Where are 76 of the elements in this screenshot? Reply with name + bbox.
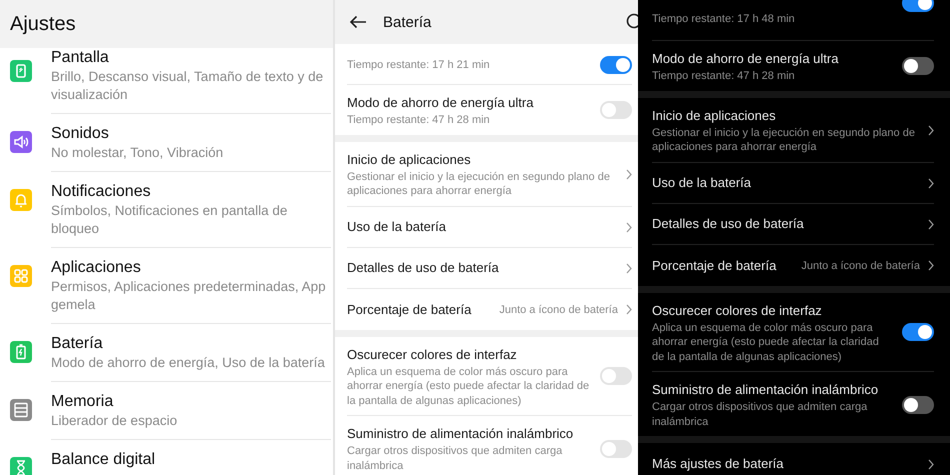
- back-arrow-icon[interactable]: [349, 15, 367, 29]
- toggle-switch[interactable]: [600, 56, 632, 74]
- settings-item[interactable]: Memoria Liberador de espacio: [0, 382, 333, 440]
- row-title: Suministro de alimentación inalámbrico: [652, 381, 880, 399]
- settings-row[interactable]: Uso de la batería: [347, 206, 632, 248]
- toggle-switch[interactable]: [902, 57, 934, 76]
- chevron-icon: [928, 260, 934, 271]
- row-description: Tiempo restante: 17 h 21 min: [347, 58, 491, 72]
- row-description: Gestionar el inicio y la ejecución en segundo plano de aplicaciones para ahorrar energía: [347, 170, 611, 198]
- settings-row[interactable]: Detalles de uso de batería: [652, 204, 934, 244]
- chevron-icon: [626, 168, 632, 180]
- settings-row[interactable]: Porcentaje de batería Junto a ícono de batería: [347, 288, 632, 330]
- row-description: Tiempo restante: 47 h 28 min: [652, 69, 796, 84]
- item-title: Sonidos: [51, 124, 110, 144]
- settings-item[interactable]: Aplicaciones Permisos, Aplicaciones predeterminadas, App gemela: [0, 248, 333, 324]
- item-description: Liberador de espacio: [51, 412, 178, 430]
- item-description: Modo de ahorro de energía, Uso de la batería: [51, 354, 326, 372]
- item-description: Permisos, Aplicaciones predeterminadas, App gemela: [51, 278, 327, 314]
- settings-row[interactable]: Inicio de aplicaciones Gestionar el inicio y la ejecución en segundo plano de aplicaciones para ahorrar energía: [347, 142, 632, 206]
- row-title: Porcentaje de batería: [652, 256, 778, 275]
- row-title: Oscurecer colores de interfaz: [652, 302, 823, 320]
- row-title: Modo de ahorro de energía ultra: [652, 50, 840, 68]
- row-title: Uso de la batería: [347, 218, 448, 236]
- row-description: Cargar otros dispositivos que admiten carga inalámbrica: [347, 444, 564, 473]
- row-title: Más ajustes de batería: [652, 455, 785, 473]
- settings-row[interactable]: Inicio de aplicaciones Gestionar el inicio y la ejecución en segundo plano de aplicaciones para ahorrar energía: [652, 98, 934, 162]
- row-description: Cargar otros dispositivos que admiten carga inalámbrica: [652, 400, 868, 429]
- row-title: Detalles de uso de batería: [652, 215, 805, 233]
- row-description: Tiempo restante: 17 h 48 min: [652, 12, 796, 27]
- settings-item[interactable]: Pantalla Brillo, Descanso visual, Tamaño de texto y de visualización: [0, 48, 333, 114]
- item-title: Pantalla: [51, 48, 110, 68]
- item-title: Batería: [51, 334, 104, 354]
- item-description: Símbolos, Notificaciones en pantalla de bloqueo: [51, 202, 288, 238]
- row-description: Tiempo restante: 47 h 28 min: [347, 113, 491, 128]
- row-title: Inicio de aplicaciones: [652, 106, 777, 125]
- toggle-switch[interactable]: [600, 367, 632, 386]
- chevron-icon: [928, 178, 934, 188]
- row-title: Suministro de alimentación inalámbrico: [347, 425, 574, 443]
- settings-item[interactable]: Notificaciones Símbolos, Notificaciones en pantalla de bloqueo: [0, 172, 333, 248]
- item-title: Notificaciones: [51, 182, 152, 202]
- row-value: Junto a ícono de batería: [801, 260, 920, 272]
- search-icon[interactable]: [626, 13, 638, 31]
- row-title: Porcentaje de batería: [347, 300, 472, 319]
- row-title: Inicio de aplicaciones: [347, 150, 472, 169]
- settings-row[interactable]: Detalles de uso de batería: [347, 248, 632, 288]
- item-title: Aplicaciones: [51, 258, 142, 278]
- toggle-switch[interactable]: [902, 323, 934, 342]
- page-title: Ajustes: [10, 12, 77, 36]
- row-value: Junto a ícono de batería: [499, 304, 618, 316]
- chevron-icon: [626, 304, 632, 315]
- toggle-switch[interactable]: [600, 440, 632, 458]
- chevron-icon: [928, 218, 934, 230]
- settings-item[interactable]: Sonidos No molestar, Tono, Vibración: [0, 114, 333, 172]
- item-description: Brillo, Descanso visual, Tamaño de texto y de visualización: [51, 68, 324, 104]
- page-title: Batería: [383, 14, 432, 30]
- chevron-icon: [626, 222, 632, 232]
- item-title: Memoria: [51, 392, 114, 412]
- chevron-icon: [928, 124, 934, 136]
- toggle-switch[interactable]: [600, 101, 632, 120]
- row-title: Uso de la batería: [652, 174, 752, 192]
- row-description: Aplica un esquema de color más oscuro para ahorrar energía (esto puede afectar la claridad de la pantalla de algunas aplicaciones): [347, 364, 590, 408]
- row-description: Aplica un esquema de color más oscuro para ahorrar energía (esto puede afectar la claridad de la pantalla de algunas aplicaciones): [652, 320, 880, 364]
- item-title: Balance digital: [51, 450, 156, 470]
- row-title: Modo de ahorro de energía ultra: [347, 94, 534, 112]
- settings-row[interactable]: Uso de la batería: [652, 162, 934, 204]
- row-title: Oscurecer colores de interfaz: [347, 346, 518, 364]
- row-description: Gestionar el inicio y la ejecución en segundo plano de aplicaciones para ahorrar energía: [652, 126, 916, 154]
- toggle-switch[interactable]: [902, 396, 934, 414]
- settings-row[interactable]: Porcentaje de batería Junto a ícono de batería: [652, 244, 934, 286]
- settings-item[interactable]: Balance digital: [0, 440, 333, 475]
- item-description: No molestar, Tono, Vibración: [51, 144, 224, 162]
- chevron-icon: [626, 262, 632, 274]
- row-title: Detalles de uso de batería: [347, 259, 500, 277]
- settings-item[interactable]: Batería Modo de ahorro de energía, Uso de la batería: [0, 324, 333, 382]
- settings-row[interactable]: Más ajustes de batería: [652, 443, 934, 475]
- chevron-icon: [928, 458, 934, 470]
